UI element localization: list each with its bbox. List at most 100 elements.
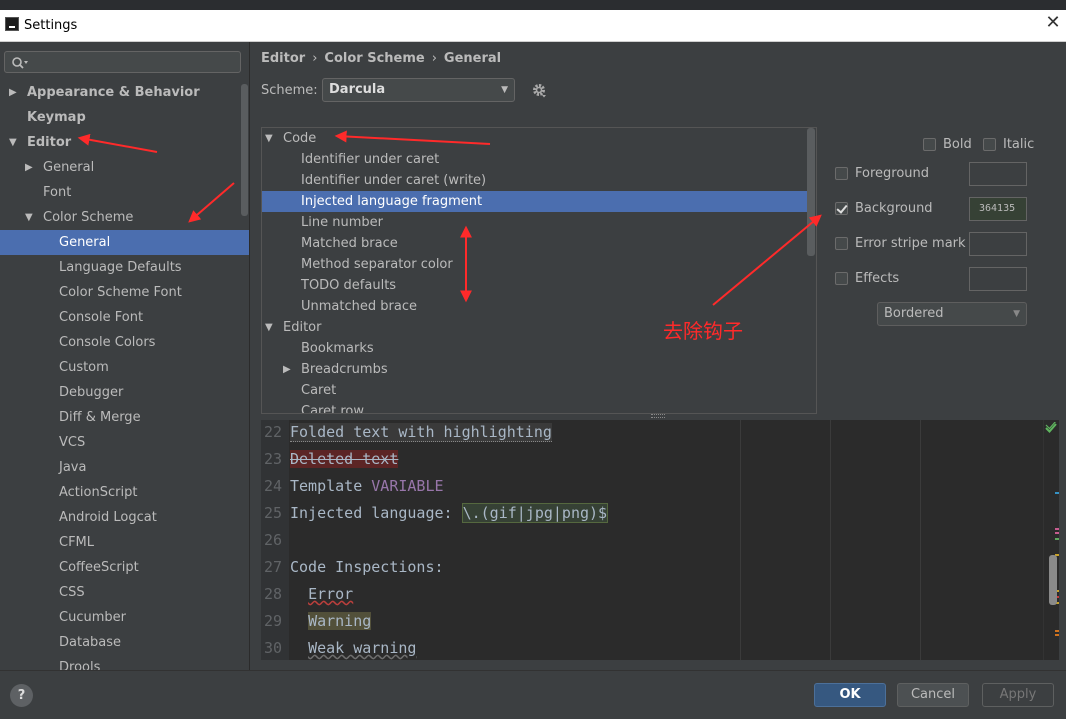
preview-segment-weak: Weak warning xyxy=(308,639,417,657)
preview-segment-plain: Code Inspections: xyxy=(290,558,444,576)
sidebar-item[interactable]: Keymap xyxy=(0,105,249,130)
help-button[interactable]: ? xyxy=(10,684,33,707)
sidebar-item[interactable]: Console Colors xyxy=(0,330,249,355)
preview-text: Code Inspections: xyxy=(290,554,444,581)
element-tree-label: Editor xyxy=(283,320,322,335)
sidebar-item[interactable]: VCS xyxy=(0,430,249,455)
italic-checkbox[interactable] xyxy=(983,138,996,151)
search-icon xyxy=(12,57,28,69)
window-top-strip xyxy=(0,0,1066,10)
bold-label: Bold xyxy=(943,137,972,152)
right-margin-guide xyxy=(740,420,741,660)
bold-checkbox[interactable] xyxy=(923,138,936,151)
element-tree-row[interactable]: Line number xyxy=(262,212,807,233)
search-input[interactable] xyxy=(4,51,241,73)
preview-segment-plain: Template xyxy=(290,477,372,495)
sidebar-item[interactable]: ▶ Appearance & Behavior xyxy=(0,80,249,105)
sidebar-scrollbar[interactable] xyxy=(241,84,248,216)
splitter-handle[interactable] xyxy=(651,414,665,418)
expand-down-icon[interactable]: ▼ xyxy=(9,130,19,155)
sidebar-item[interactable]: ActionScript xyxy=(0,480,249,505)
sidebar-item[interactable]: General xyxy=(0,230,249,255)
preview-segment-template: VARIABLE xyxy=(371,477,444,495)
expand-down-icon[interactable]: ▼ xyxy=(265,317,275,338)
sidebar-item[interactable]: Custom xyxy=(0,355,249,380)
sidebar-item[interactable]: Debugger xyxy=(0,380,249,405)
preview-text: Error xyxy=(290,581,353,608)
error-stripe-checkbox[interactable] xyxy=(835,237,848,250)
preview-text: Weak warning xyxy=(290,635,416,660)
scheme-dropdown[interactable]: Darcula ▼ xyxy=(322,78,515,102)
window-title: Settings xyxy=(24,18,78,33)
preview-segment-indent xyxy=(290,612,308,630)
sidebar-item-label: Appearance & Behavior xyxy=(27,85,200,100)
element-tree-row[interactable]: Matched brace xyxy=(262,233,807,254)
sidebar-item[interactable]: Android Logcat xyxy=(0,505,249,530)
sidebar-item[interactable]: Database xyxy=(0,630,249,655)
effects-color-swatch[interactable] xyxy=(969,267,1027,291)
error-stripe-color-swatch[interactable] xyxy=(969,232,1027,256)
expand-right-icon[interactable]: ▶ xyxy=(283,359,293,380)
sidebar-item[interactable]: Font xyxy=(0,180,249,205)
background-color-swatch[interactable]: 364135 xyxy=(969,197,1027,221)
ok-button[interactable]: OK xyxy=(814,683,886,707)
foreground-checkbox[interactable] xyxy=(835,167,848,180)
effects-checkbox[interactable] xyxy=(835,272,848,285)
element-tree-label: TODO defaults xyxy=(301,278,397,293)
expand-right-icon[interactable]: ▶ xyxy=(25,155,35,180)
sidebar-item[interactable]: Console Font xyxy=(0,305,249,330)
chevron-down-icon: ▼ xyxy=(1013,309,1020,319)
close-icon[interactable]: ✕ xyxy=(1044,14,1062,32)
sidebar-item[interactable]: CSS xyxy=(0,580,249,605)
preview-text: Template VARIABLE xyxy=(290,473,444,500)
element-tree-row[interactable]: Caret xyxy=(262,380,807,401)
element-tree-row[interactable]: Identifier under caret (write) xyxy=(262,170,807,191)
sidebar-item[interactable]: CoffeeScript xyxy=(0,555,249,580)
sidebar-item-label: Language Defaults xyxy=(59,260,182,275)
foreground-color-swatch[interactable] xyxy=(969,162,1027,186)
expand-down-icon[interactable]: ▼ xyxy=(265,128,275,149)
title-bar: Settings ✕ xyxy=(0,0,1066,42)
sidebar-item[interactable]: ▼ Editor xyxy=(0,130,249,155)
sidebar-item[interactable]: Java xyxy=(0,455,249,480)
element-tree-scrollbar[interactable] xyxy=(807,128,815,256)
sidebar-item-label: CoffeeScript xyxy=(59,560,139,575)
apply-button[interactable]: Apply xyxy=(982,683,1054,707)
element-tree-row[interactable]: Injected language fragment xyxy=(262,191,807,212)
sidebar-item-label: Drools xyxy=(59,660,101,670)
expand-down-icon[interactable]: ▼ xyxy=(25,205,35,230)
code-preview[interactable]: 22 Folded text with highlighting 23 Deleted… xyxy=(261,420,1059,660)
preview-segment-indent xyxy=(290,585,308,603)
element-tree-row[interactable]: Method separator color xyxy=(262,254,807,275)
element-tree-row[interactable]: TODO defaults xyxy=(262,275,807,296)
effect-type-dropdown[interactable]: Bordered ▼ xyxy=(877,302,1027,326)
dialog-footer: ? OK Cancel Apply xyxy=(0,670,1066,719)
line-number: 29 xyxy=(264,612,283,630)
background-checkbox[interactable] xyxy=(835,202,848,215)
sidebar-item-label: Debugger xyxy=(59,385,124,400)
color-scheme-panel: Editor › Color Scheme › General Scheme: Darc… xyxy=(251,42,1066,670)
sidebar-item[interactable]: Drools xyxy=(0,655,249,670)
cancel-button[interactable]: Cancel xyxy=(897,683,969,707)
sidebar-item[interactable]: CFML xyxy=(0,530,249,555)
sidebar-item-label: Diff & Merge xyxy=(59,410,141,425)
element-tree-row[interactable]: Caret row xyxy=(262,401,807,413)
element-tree-row[interactable]: Identifier under caret xyxy=(262,149,807,170)
element-tree-label: Breadcrumbs xyxy=(301,362,388,377)
sidebar-item[interactable]: Color Scheme Font xyxy=(0,280,249,305)
gear-icon[interactable] xyxy=(531,82,547,98)
right-margin-guide xyxy=(920,420,921,660)
sidebar-item[interactable]: ▶ General xyxy=(0,155,249,180)
element-tree-row[interactable]: ▶ Breadcrumbs xyxy=(262,359,807,380)
element-tree-row[interactable]: Unmatched brace xyxy=(262,296,807,317)
sidebar-item-label: Database xyxy=(59,635,122,650)
sidebar-item-label: General xyxy=(43,160,95,175)
sidebar-item[interactable]: ▼ Color Scheme xyxy=(0,205,249,230)
expand-right-icon[interactable]: ▶ xyxy=(9,80,19,105)
sidebar-item-label: Cucumber xyxy=(59,610,126,625)
sidebar-item[interactable]: Cucumber xyxy=(0,605,249,630)
element-tree-row[interactable]: ▼ Code xyxy=(262,128,807,149)
sidebar-item[interactable]: Diff & Merge xyxy=(0,405,249,430)
sidebar-item[interactable]: Language Defaults xyxy=(0,255,249,280)
preview-scrollbar[interactable] xyxy=(1049,555,1057,605)
